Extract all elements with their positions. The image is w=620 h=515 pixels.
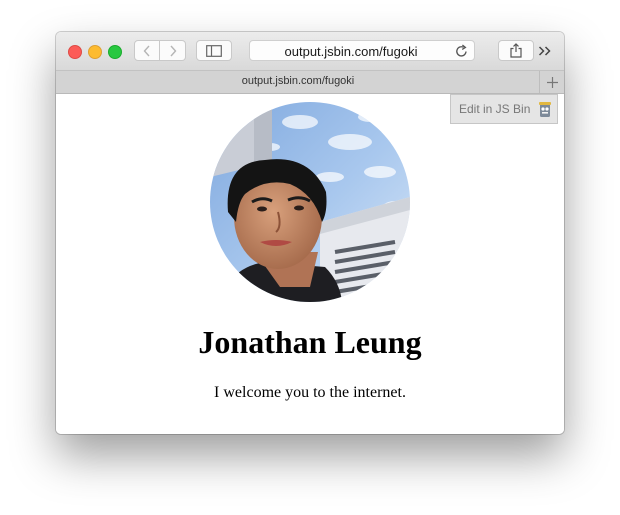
zoom-window-button[interactable]: [108, 45, 122, 59]
reload-icon[interactable]: [455, 44, 468, 58]
jsbin-logo-icon: [539, 102, 551, 117]
address-url[interactable]: output.jsbin.com/fugoki: [250, 44, 452, 59]
sidebar-icon: [206, 44, 222, 57]
forward-button[interactable]: [160, 40, 186, 61]
share-icon: [510, 43, 522, 58]
browser-window: output.jsbin.com/fugoki output.jsbin.com…: [56, 32, 564, 434]
tab-title[interactable]: output.jsbin.com/fugoki: [56, 75, 540, 87]
edit-in-jsbin-label: Edit in JS Bin: [459, 102, 531, 116]
profile-avatar: [210, 102, 410, 302]
minimize-window-button[interactable]: [88, 45, 102, 59]
back-button[interactable]: [134, 40, 160, 61]
new-tab-button[interactable]: [539, 71, 564, 93]
double-chevron-icon[interactable]: [538, 45, 552, 57]
share-button[interactable]: [498, 40, 534, 61]
chevron-left-icon: [143, 45, 150, 56]
profile-photo: [210, 102, 410, 302]
edit-in-jsbin-button[interactable]: Edit in JS Bin: [450, 94, 558, 124]
browser-toolbar: output.jsbin.com/fugoki: [56, 32, 564, 71]
close-window-button[interactable]: [68, 45, 82, 59]
tagline-text: I welcome you to the internet.: [214, 384, 406, 401]
tab-bar: output.jsbin.com/fugoki: [56, 71, 564, 94]
chevron-right-icon: [169, 45, 176, 56]
plus-icon: [546, 76, 558, 88]
address-bar[interactable]: output.jsbin.com/fugoki: [249, 40, 475, 61]
sidebar-toggle-button[interactable]: [196, 40, 232, 61]
page-content: Edit in JS Bin Jonathan Leung I welcome …: [56, 94, 564, 434]
page-title: Jonathan Leung: [198, 324, 422, 360]
